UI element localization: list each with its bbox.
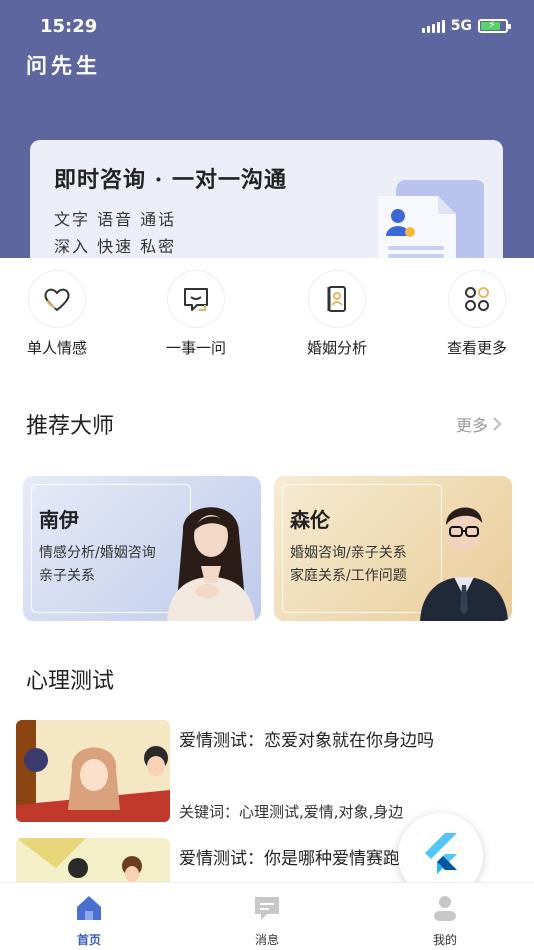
tab-messages[interactable]: 消息 [227, 893, 307, 948]
header: 15:29 5G ⚡ 问先生 即时咨询 · 一对一沟通 文字 语音 通话 深入 … [0, 0, 534, 258]
status-time: 15:29 [40, 16, 98, 37]
tab-bar: 首页 消息 我的 [0, 882, 534, 950]
grid-icon [465, 287, 489, 311]
quick-action-view-more[interactable]: 查看更多 [427, 270, 527, 358]
consult-banner[interactable]: 即时咨询 · 一对一沟通 文字 语音 通话 深入 快速 私密 [30, 140, 503, 258]
test-keywords: 关键词：心理测试,爱情,对象,身边 [179, 803, 404, 821]
quick-actions: 单人情感 一事一问 婚姻分析 查看更多 [0, 258, 534, 370]
recommended-title: 推荐大师 [26, 414, 115, 439]
battery-icon: ⚡ [478, 18, 511, 33]
master-card-nanyi[interactable]: 南伊 情感分析/婚姻咨询 亲子关系 [23, 476, 261, 621]
banner-line-1: 文字 语音 通话 [54, 210, 177, 229]
tab-label: 首页 [76, 933, 101, 947]
chevron-right-icon [493, 417, 502, 431]
master-tag: 婚姻咨询/亲子关系 [290, 545, 407, 561]
tab-profile[interactable]: 我的 [405, 893, 485, 948]
heart-icon [44, 288, 70, 312]
document-illustration-icon [378, 180, 484, 258]
test-item[interactable]: 爱情测试：恋爱对象就在你身边吗 关键词：心理测试,爱情,对象,身边 [16, 720, 516, 824]
test-thumbnail [16, 720, 170, 822]
master-tag: 亲子关系 [39, 568, 95, 584]
quick-action-ask-one[interactable]: 一事一问 [146, 270, 246, 358]
more-label: 更多 [455, 416, 488, 435]
master-card-senlun[interactable]: 森伦 婚姻咨询/亲子关系 家庭关系/工作问题 [274, 476, 512, 621]
app-title: 问先生 [26, 53, 101, 78]
tab-label: 消息 [254, 933, 279, 947]
message-icon [255, 897, 279, 920]
quick-action-label: 一事一问 [165, 339, 226, 357]
quick-action-label: 查看更多 [446, 339, 507, 357]
banner-title: 即时咨询 · 一对一沟通 [54, 167, 287, 193]
status-icons: 5G ⚡ [421, 18, 511, 34]
master-portrait [420, 507, 508, 621]
flutter-logo-icon [424, 832, 457, 874]
network-type: 5G [450, 18, 472, 34]
psych-test-title: 心理测试 [26, 669, 115, 694]
signal-icon [421, 19, 445, 33]
profile-card-icon [327, 286, 346, 312]
chat-bubble-icon [184, 288, 208, 311]
master-tag: 情感分析/婚姻咨询 [39, 545, 156, 561]
tab-label: 我的 [432, 933, 457, 947]
more-link[interactable]: 更多 [456, 412, 502, 436]
test-title: 爱情测试：你是哪种爱情赛跑 [179, 849, 400, 869]
tab-home[interactable]: 首页 [49, 893, 129, 948]
master-name: 森伦 [290, 508, 330, 532]
quick-action-label: 婚姻分析 [306, 339, 367, 357]
test-thumbnail [16, 838, 170, 882]
master-tag: 家庭关系/工作问题 [290, 568, 407, 584]
home-icon [77, 896, 101, 920]
quick-action-single-emotion[interactable]: 单人情感 [7, 270, 107, 358]
quick-action-label: 单人情感 [26, 339, 87, 357]
quick-action-marriage-analysis[interactable]: 婚姻分析 [287, 270, 387, 358]
master-portrait [167, 507, 255, 621]
master-name: 南伊 [39, 508, 79, 532]
test-title: 爱情测试：恋爱对象就在你身边吗 [179, 731, 434, 751]
banner-line-2: 深入 快速 私密 [54, 237, 177, 256]
profile-icon [434, 896, 456, 921]
